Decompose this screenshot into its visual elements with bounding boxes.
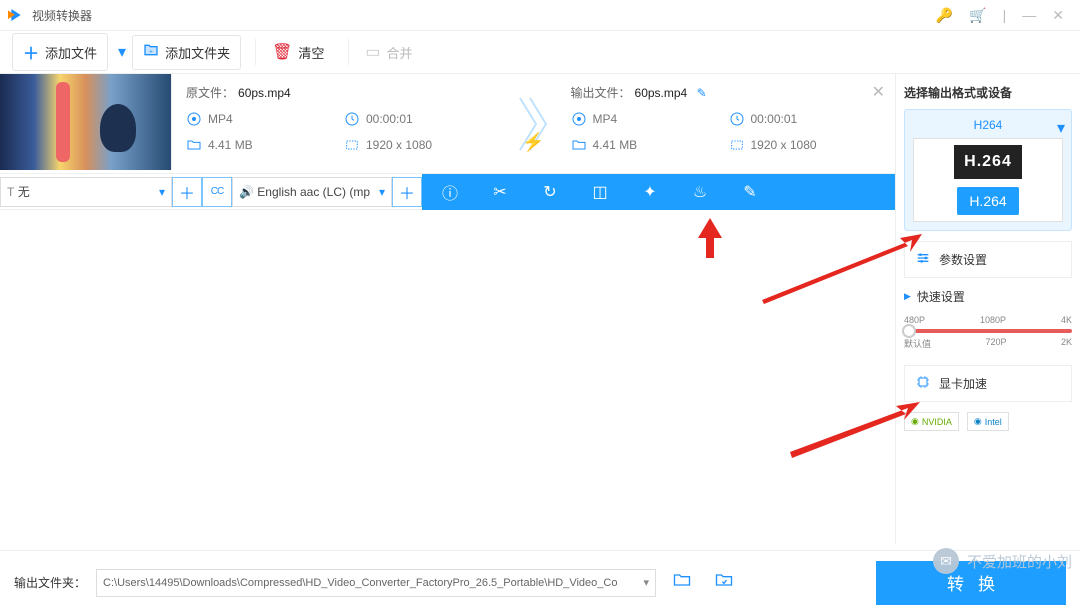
app-logo-icon [8, 7, 24, 23]
merge-icon: ▭ [365, 42, 380, 62]
gpu-accel-button[interactable]: 显卡加速 [904, 365, 1072, 402]
source-duration: 00:00:01 [344, 111, 464, 127]
browse-folder-button[interactable] [708, 570, 740, 595]
separator [255, 39, 256, 65]
format-preview: H.264 H.264 [913, 138, 1063, 222]
source-panel: 原文件： 60ps.mp4 MP4 00:00:01 4.41 MB 1920 x… [172, 74, 511, 173]
slider-thumb[interactable] [902, 324, 916, 338]
output-resolution: 1920 x 1080 [729, 137, 849, 153]
merge-label: 合并 [387, 43, 413, 62]
gpu-accel-label: 显卡加速 [939, 375, 987, 392]
format-card[interactable]: H264 ▾ H.264 H.264 [904, 109, 1072, 231]
add-folder-label: 添加文件夹 [165, 43, 230, 62]
slider-labels-top: 480P1080P4K [904, 315, 1072, 325]
control-row: T 无▾ ＋ CC 🔊 English aac (LC) (mp▾ ＋ ⓘ ✂ … [0, 174, 895, 210]
bottom-bar: 输出文件夹： C:\Users\14495\Downloads\Compress… [0, 550, 1080, 614]
app-title: 视频转换器 [32, 7, 928, 24]
nvidia-badge: ◉NVIDIA [904, 412, 959, 431]
h264-badge-blue: H.264 [957, 187, 1018, 215]
edit-action-strip: ⓘ ✂ ↻ ◫ ✦ ♨ ✎ [422, 174, 895, 210]
cart-icon[interactable]: 🛒 [961, 7, 994, 24]
cut-icon[interactable]: ✂ [490, 182, 510, 202]
add-folder-button[interactable]: + 添加文件夹 [132, 35, 241, 70]
separator [348, 39, 349, 65]
output-path-value: C:\Users\14495\Downloads\Compressed\HD_V… [103, 577, 617, 589]
chip-icon [915, 374, 931, 393]
source-label-text: 原文件： [186, 86, 234, 100]
quick-settings-header: 快速设置 [904, 288, 1072, 305]
open-folder-button[interactable] [666, 570, 698, 595]
source-format: MP4 [186, 111, 306, 127]
format-tab-label: H264 [913, 118, 1063, 138]
crop-icon[interactable]: ◫ [590, 182, 610, 202]
minimize-button[interactable]: — [1014, 7, 1044, 23]
folder-plus-icon: + [143, 42, 159, 63]
remove-file-button[interactable]: ✕ [872, 82, 885, 102]
slider-labels-bottom: 默认值720P2K [904, 337, 1072, 350]
add-file-dropdown[interactable]: ▾ [118, 42, 126, 62]
video-thumbnail[interactable] [0, 74, 172, 170]
intel-badge: ◉Intel [967, 412, 1009, 431]
subtitle-track-value: 无 [18, 183, 30, 200]
source-filename: 60ps.mp4 [238, 86, 291, 100]
file-list: 原文件： 60ps.mp4 MP4 00:00:01 4.41 MB 1920 x… [0, 74, 896, 544]
source-file-label: 原文件： 60ps.mp4 [186, 84, 497, 101]
title-bar: 视频转换器 🔑 🛒 | — ✕ [0, 0, 1080, 30]
format-dropdown-icon[interactable]: ▾ [1057, 118, 1065, 138]
subtitle-track-select[interactable]: T 无▾ [0, 177, 172, 207]
output-folder-label: 输出文件夹： [14, 574, 86, 591]
watermark-text: 不爱加班的小刘 [967, 551, 1072, 572]
close-button[interactable]: ✕ [1044, 7, 1072, 24]
output-path-input[interactable]: C:\Users\14495\Downloads\Compressed\HD_V… [96, 569, 656, 597]
conversion-arrow: ⚡ [511, 74, 557, 173]
main-area: 原文件： 60ps.mp4 MP4 00:00:01 4.41 MB 1920 x… [0, 74, 1080, 544]
output-filename: 60ps.mp4 [635, 86, 688, 100]
output-duration: 00:00:01 [729, 111, 849, 127]
info-icon[interactable]: ⓘ [440, 180, 460, 204]
output-label-text: 输出文件： [571, 86, 631, 100]
svg-text:+: + [149, 48, 153, 55]
audio-track-value: English aac (LC) (mp [257, 185, 370, 199]
plus-icon: ＋ [23, 40, 39, 64]
cc-button[interactable]: CC [202, 177, 232, 207]
source-resolution: 1920 x 1080 [344, 137, 464, 153]
parameter-settings-label: 参数设置 [939, 251, 987, 268]
watermark-icon[interactable]: ♨ [690, 182, 710, 202]
audio-track-select[interactable]: 🔊 English aac (LC) (mp▾ [232, 177, 392, 207]
divider: | [995, 7, 1015, 23]
resolution-slider[interactable]: 480P1080P4K 默认值720P2K [904, 315, 1072, 361]
watermark: ✉ 不爱加班的小刘 [933, 548, 1072, 574]
bolt-icon: ⚡ [522, 132, 544, 153]
trash-icon: 🗑 [272, 42, 292, 62]
add-file-button[interactable]: ＋ 添加文件 [12, 33, 108, 71]
key-icon[interactable]: 🔑 [928, 7, 961, 24]
wechat-icon: ✉ [933, 548, 959, 574]
output-size: 4.41 MB [571, 137, 691, 153]
main-toolbar: ＋ 添加文件 ▾ + 添加文件夹 🗑 清空 ▭ 合并 [0, 30, 1080, 74]
add-audio-button[interactable]: ＋ [392, 177, 422, 207]
format-panel-title: 选择输出格式或设备 [904, 84, 1072, 101]
source-size: 4.41 MB [186, 137, 306, 153]
add-file-label: 添加文件 [45, 43, 97, 62]
parameter-settings-button[interactable]: 参数设置 [904, 241, 1072, 278]
output-format: MP4 [571, 111, 691, 127]
right-panel: 选择输出格式或设备 H264 ▾ H.264 H.264 参数设置 快速设置 4… [896, 74, 1080, 544]
merge-button[interactable]: ▭ 合并 [355, 36, 422, 68]
edit-filename-button[interactable]: ✎ [697, 86, 707, 100]
annotation-arrow-1 [696, 218, 724, 263]
rotate-icon[interactable]: ↻ [540, 182, 560, 202]
sliders-icon [915, 250, 931, 269]
output-panel: 输出文件： 60ps.mp4 ✎ MP4 00:00:01 4.41 MB 192… [557, 74, 896, 173]
gpu-vendor-badges: ◉NVIDIA ◉Intel [904, 412, 1072, 431]
add-subtitle-button[interactable]: ＋ [172, 177, 202, 207]
file-row: 原文件： 60ps.mp4 MP4 00:00:01 4.41 MB 1920 x… [0, 74, 895, 174]
edit-icon[interactable]: ✎ [740, 182, 760, 202]
clear-button[interactable]: 🗑 清空 [262, 36, 334, 68]
clear-label: 清空 [298, 43, 324, 62]
h264-badge-dark: H.264 [954, 145, 1022, 179]
output-file-label: 输出文件： 60ps.mp4 ✎ [571, 84, 882, 101]
effects-icon[interactable]: ✦ [640, 182, 660, 202]
